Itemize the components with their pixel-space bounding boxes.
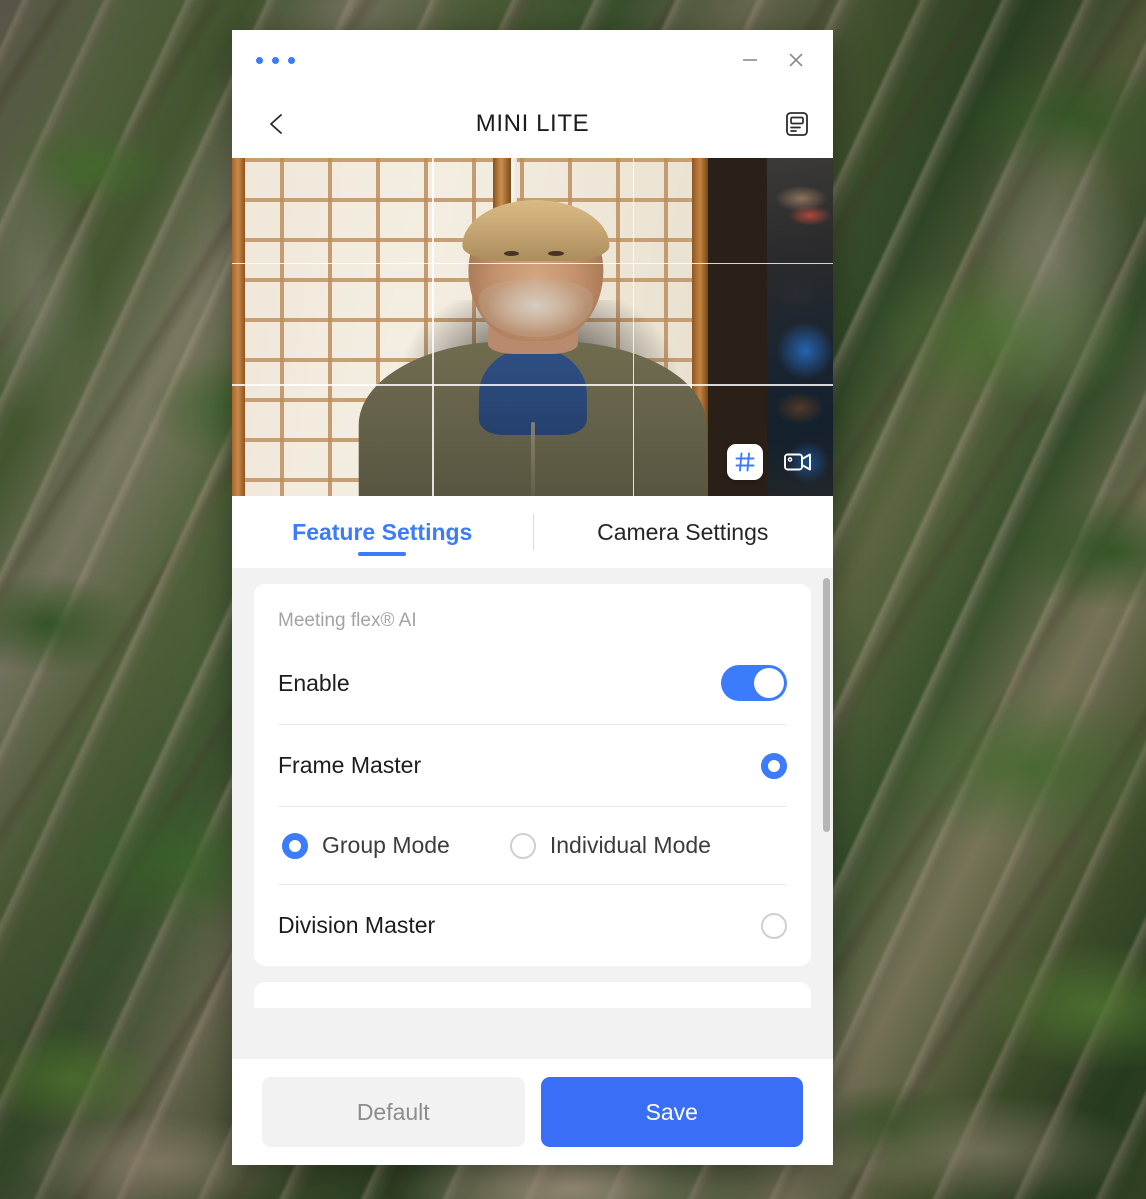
tab-label: Camera Settings	[597, 518, 769, 545]
more-options-button[interactable]	[256, 56, 295, 64]
save-button[interactable]: Save	[540, 1077, 803, 1147]
enable-toggle[interactable]	[721, 665, 787, 701]
person-eye	[548, 250, 564, 256]
dot-icon	[256, 56, 263, 64]
shoji-frame	[232, 158, 245, 496]
chevron-left-icon	[270, 114, 282, 134]
row-label: Enable	[278, 669, 350, 696]
grid-toggle-button[interactable]	[727, 444, 763, 480]
device-info-icon	[786, 112, 808, 136]
row-label: Frame Master	[278, 752, 422, 778]
individual-mode-option[interactable]: Individual Mode	[509, 832, 711, 859]
mode-label: Individual Mode	[549, 832, 711, 858]
group-mode-radio[interactable]	[282, 832, 308, 859]
page-title: MINI LITE	[475, 110, 590, 137]
jacket-zipper	[530, 421, 535, 496]
camcorder-icon	[784, 453, 811, 471]
window-titlebar	[232, 30, 833, 90]
scrollbar-thumb[interactable]	[823, 578, 830, 833]
grid-icon	[735, 452, 755, 472]
row-frame-master-modes: Group Mode Individual Mode	[278, 806, 787, 884]
individual-mode-radio[interactable]	[509, 832, 536, 859]
toggle-knob	[754, 668, 784, 698]
settings-scrollbar[interactable]	[823, 578, 830, 1049]
meeting-flex-ai-card: Meeting flex® AI Enable Frame Master Gro…	[254, 584, 811, 966]
device-info-button[interactable]	[779, 106, 815, 142]
next-section-card-partial	[254, 982, 811, 1008]
app-navbar: MINI LITE	[232, 90, 833, 158]
dot-icon	[288, 56, 295, 64]
tab-active-indicator	[358, 552, 407, 556]
close-button[interactable]	[773, 41, 819, 79]
back-button[interactable]	[260, 107, 294, 141]
division-master-radio[interactable]	[761, 912, 787, 939]
section-header: Meeting flex® AI	[278, 610, 417, 631]
action-footer: Default Save	[232, 1059, 833, 1165]
tab-feature-settings[interactable]: Feature Settings	[232, 496, 533, 568]
camera-mode-button[interactable]	[781, 445, 815, 479]
person-eye	[503, 250, 520, 256]
desktop-background: MINI LITE Feature Settings Camera Settin…	[0, 0, 1146, 1199]
row-enable[interactable]: Enable	[278, 642, 787, 724]
mode-label: Group Mode	[322, 832, 450, 858]
camera-preview[interactable]	[232, 158, 833, 496]
group-mode-option[interactable]: Group Mode	[282, 832, 450, 859]
settings-tabs: Feature Settings Camera Settings	[232, 496, 833, 568]
row-label: Division Master	[278, 912, 436, 938]
frame-master-radio[interactable]	[761, 752, 787, 779]
preview-toolbar	[727, 444, 815, 480]
row-division-master[interactable]: Division Master	[278, 884, 787, 966]
dot-icon	[272, 56, 279, 64]
minimize-button[interactable]	[727, 41, 773, 79]
camera-settings-window: MINI LITE Feature Settings Camera Settin…	[232, 30, 833, 1165]
default-button[interactable]: Default	[262, 1077, 525, 1147]
tab-label: Feature Settings	[292, 518, 473, 545]
settings-scroll-area[interactable]: Meeting flex® AI Enable Frame Master Gro…	[232, 568, 833, 1059]
row-frame-master[interactable]: Frame Master	[278, 724, 787, 806]
window-controls	[727, 41, 819, 79]
tab-camera-settings[interactable]: Camera Settings	[533, 496, 834, 568]
